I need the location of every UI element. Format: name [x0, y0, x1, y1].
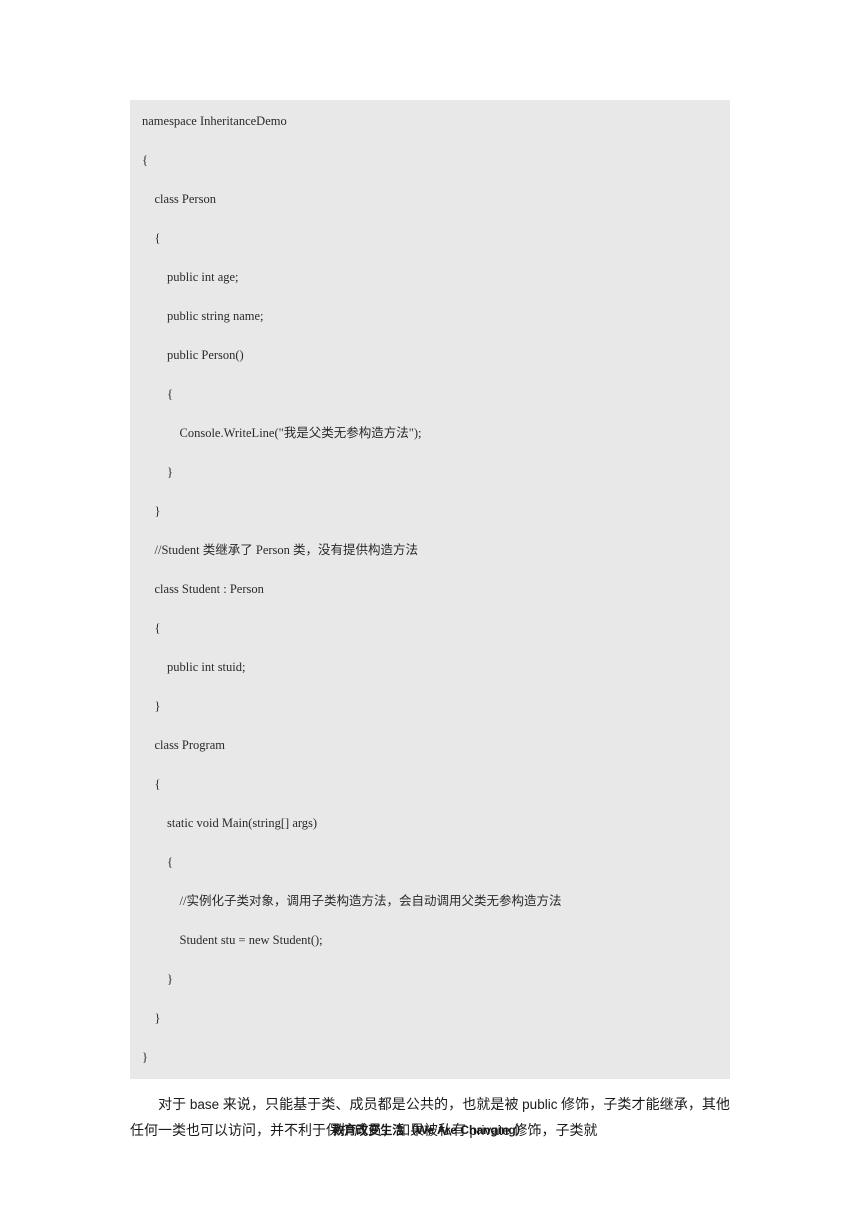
code-line: {: [142, 621, 718, 636]
code-line: {: [142, 153, 718, 168]
keyword-public: public: [522, 1097, 557, 1112]
code-block: namespace InheritanceDemo { class Person…: [130, 100, 730, 1079]
code-line: static void Main(string[] args): [142, 816, 718, 831]
code-line: namespace InheritanceDemo: [142, 114, 718, 129]
code-line: public Person(): [142, 348, 718, 363]
code-line: public int age;: [142, 270, 718, 285]
code-line: class Student : Person: [142, 582, 718, 597]
page-footer: 教育改变生活（We Are Changing）: [0, 1121, 860, 1138]
code-line: //实例化子类对象，调用子类构造方法，会自动调用父类无参构造方法: [142, 894, 718, 909]
code-line: {: [142, 777, 718, 792]
page-container: namespace InheritanceDemo { class Person…: [0, 0, 860, 1144]
code-line: {: [142, 855, 718, 870]
code-line: }: [142, 972, 718, 987]
footer-en: We Are Changing: [416, 1123, 515, 1137]
code-line: class Program: [142, 738, 718, 753]
code-line: }: [142, 504, 718, 519]
code-line: public string name;: [142, 309, 718, 324]
keyword-base: base: [190, 1097, 219, 1112]
paragraph-text: 来说，只能基于类、成员都是公共的，也就是被: [219, 1098, 522, 1113]
code-line: }: [142, 465, 718, 480]
code-line: class Person: [142, 192, 718, 207]
code-line: public int stuid;: [142, 660, 718, 675]
code-line: }: [142, 1011, 718, 1026]
footer-cn: 教育改变生活: [332, 1123, 404, 1137]
code-line: {: [142, 387, 718, 402]
code-line: //Student 类继承了 Person 类，没有提供构造方法: [142, 543, 718, 558]
code-line: Student stu = new Student();: [142, 933, 718, 948]
footer-paren: （: [404, 1123, 416, 1137]
code-line: {: [142, 231, 718, 246]
code-line: }: [142, 1050, 718, 1065]
footer-paren: ）: [516, 1123, 528, 1137]
paragraph-text: 对于: [158, 1098, 190, 1113]
code-line: Console.WriteLine("我是父类无参构造方法");: [142, 426, 718, 441]
code-line: }: [142, 699, 718, 714]
